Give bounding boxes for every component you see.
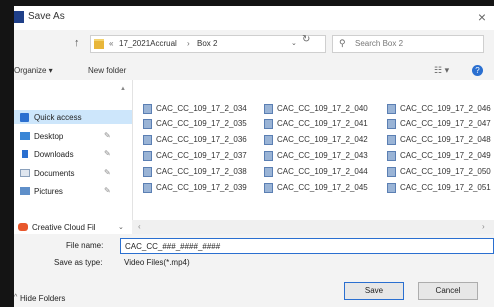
save-button[interactable]: Save	[344, 282, 404, 300]
file-name: CAC_CC_109_17_2_036	[156, 135, 247, 144]
sidebar-item-desktop[interactable]: Desktop ✎	[14, 129, 132, 143]
hide-folders-toggle[interactable]: Hide Folders	[20, 294, 65, 303]
search-icon: ⚲	[339, 38, 346, 48]
breadcrumb-item[interactable]: 17_2021Accrual	[119, 39, 177, 48]
sidebar-item-pictures[interactable]: Pictures ✎	[14, 184, 132, 198]
search-placeholder: Search Box 2	[355, 39, 404, 48]
folder-icon	[94, 39, 104, 49]
organize-button[interactable]: Organize ▾	[14, 66, 53, 75]
sidebar-item-label: Pictures	[34, 187, 63, 196]
sidebar-item-label: Desktop	[34, 132, 64, 141]
video-file-icon	[387, 104, 396, 114]
video-file-icon	[387, 167, 396, 177]
cancel-button[interactable]: Cancel	[418, 282, 478, 300]
filename-label: File name:	[66, 241, 104, 250]
scroll-up-icon[interactable]: ▲	[120, 86, 126, 92]
file-name: CAC_CC_109_17_2_045	[277, 183, 368, 192]
file-name: CAC_CC_109_17_2_051	[400, 183, 491, 192]
download-icon	[22, 150, 28, 158]
video-file-icon	[387, 135, 396, 145]
video-file-icon	[143, 183, 152, 193]
video-file-icon	[264, 104, 273, 114]
save-form: File name: Save as type: Video Files(*.m…	[14, 234, 494, 307]
sidebar-item-quick-access[interactable]: Quick access	[14, 110, 132, 124]
file-name: CAC_CC_109_17_2_037	[156, 151, 247, 160]
refresh-icon[interactable]: ↻	[302, 34, 310, 45]
sidebar-item-creative-cloud[interactable]: Creative Cloud Fil ⌄	[14, 220, 132, 234]
video-file-icon	[143, 104, 152, 114]
file-name: CAC_CC_109_17_2_038	[156, 167, 247, 176]
window-title: Save As	[28, 11, 65, 22]
breadcrumb-overflow-icon[interactable]: «	[109, 39, 113, 48]
file-name: CAC_CC_109_17_2_050	[400, 167, 491, 176]
sidebar-item-label: Downloads	[34, 150, 74, 159]
video-file-icon	[143, 151, 152, 161]
video-file-icon	[143, 135, 152, 145]
address-bar: ↑ « 17_2021Accrual › Box 2 ⌄ ↻ ⚲ Search …	[14, 32, 494, 56]
new-folder-button[interactable]: New folder	[88, 66, 126, 75]
video-file-icon	[264, 167, 273, 177]
close-icon[interactable]: ×	[478, 9, 486, 25]
breadcrumb[interactable]: « 17_2021Accrual › Box 2 ⌄	[90, 35, 326, 53]
file-name: CAC_CC_109_17_2_043	[277, 151, 368, 160]
file-name: CAC_CC_109_17_2_040	[277, 104, 368, 113]
video-file-icon	[387, 151, 396, 161]
navigation-pane: ▲ Quick access Desktop ✎ Downloads ✎ Doc…	[14, 80, 133, 224]
sidebar-item-downloads[interactable]: Downloads ✎	[14, 147, 132, 161]
save-type-label: Save as type:	[54, 258, 103, 267]
file-name: CAC_CC_109_17_2_049	[400, 151, 491, 160]
file-name: CAC_CC_109_17_2_035	[156, 119, 247, 128]
app-icon	[14, 11, 24, 23]
caret-up-icon[interactable]: ^	[14, 294, 17, 301]
sidebar-item-label: Documents	[34, 169, 75, 178]
star-icon	[20, 113, 29, 122]
save-type-select[interactable]: Video Files(*.mp4) ⌄	[120, 256, 494, 270]
help-icon[interactable]: ?	[472, 65, 483, 76]
video-file-icon	[143, 167, 152, 177]
pictures-icon	[20, 187, 30, 195]
video-file-icon	[264, 183, 273, 193]
view-options-icon[interactable]: ☷ ▾	[434, 65, 449, 76]
video-file-icon	[387, 183, 396, 193]
sidebar-item-label: Quick access	[34, 113, 82, 122]
command-toolbar: Organize ▾ New folder ☷ ▾ ?	[14, 60, 494, 81]
video-file-icon	[264, 151, 273, 161]
file-name: CAC_CC_109_17_2_046	[400, 104, 491, 113]
screen-frame: Save As × ↑ « 17_2021Accrual › Box 2 ⌄ ↻…	[0, 0, 494, 307]
save-as-dialog: Save As × ↑ « 17_2021Accrual › Box 2 ⌄ ↻…	[14, 6, 494, 307]
search-input[interactable]: ⚲ Search Box 2	[332, 35, 484, 53]
pin-icon: ✎	[104, 186, 111, 195]
chevron-down-icon: ⌄	[124, 259, 130, 266]
creative-cloud-icon	[18, 223, 28, 231]
video-file-icon	[264, 119, 273, 129]
video-file-icon	[387, 119, 396, 129]
scroll-right-icon[interactable]: ›	[482, 222, 485, 231]
document-icon	[20, 169, 30, 177]
file-name: CAC_CC_109_17_2_041	[277, 119, 368, 128]
file-name: CAC_CC_109_17_2_039	[156, 183, 247, 192]
desktop-icon	[20, 132, 30, 140]
chevron-down-icon[interactable]: ⌄	[118, 223, 124, 231]
pin-icon: ✎	[104, 149, 111, 158]
pin-icon: ✎	[104, 168, 111, 177]
file-name: CAC_CC_109_17_2_044	[277, 167, 368, 176]
file-list: CAC_CC_109_17_2_034 CAC_CC_109_17_2_035 …	[133, 80, 494, 224]
file-name: CAC_CC_109_17_2_047	[400, 119, 491, 128]
file-name: CAC_CC_109_17_2_048	[400, 135, 491, 144]
video-file-icon	[264, 135, 273, 145]
file-name: CAC_CC_109_17_2_042	[277, 135, 368, 144]
breadcrumb-separator-icon: ›	[187, 39, 190, 48]
video-file-icon	[143, 119, 152, 129]
title-bar: Save As ×	[14, 6, 494, 30]
filename-field[interactable]	[120, 238, 494, 254]
chevron-down-icon[interactable]: ⌄	[291, 39, 297, 47]
file-name: CAC_CC_109_17_2_034	[156, 104, 247, 113]
pin-icon: ✎	[104, 131, 111, 140]
scroll-left-icon[interactable]: ‹	[138, 222, 141, 231]
breadcrumb-item[interactable]: Box 2	[197, 39, 217, 48]
up-arrow-icon[interactable]: ↑	[74, 37, 80, 49]
sidebar-item-label: Creative Cloud Fil	[32, 223, 96, 232]
sidebar-item-documents[interactable]: Documents ✎	[14, 166, 132, 180]
